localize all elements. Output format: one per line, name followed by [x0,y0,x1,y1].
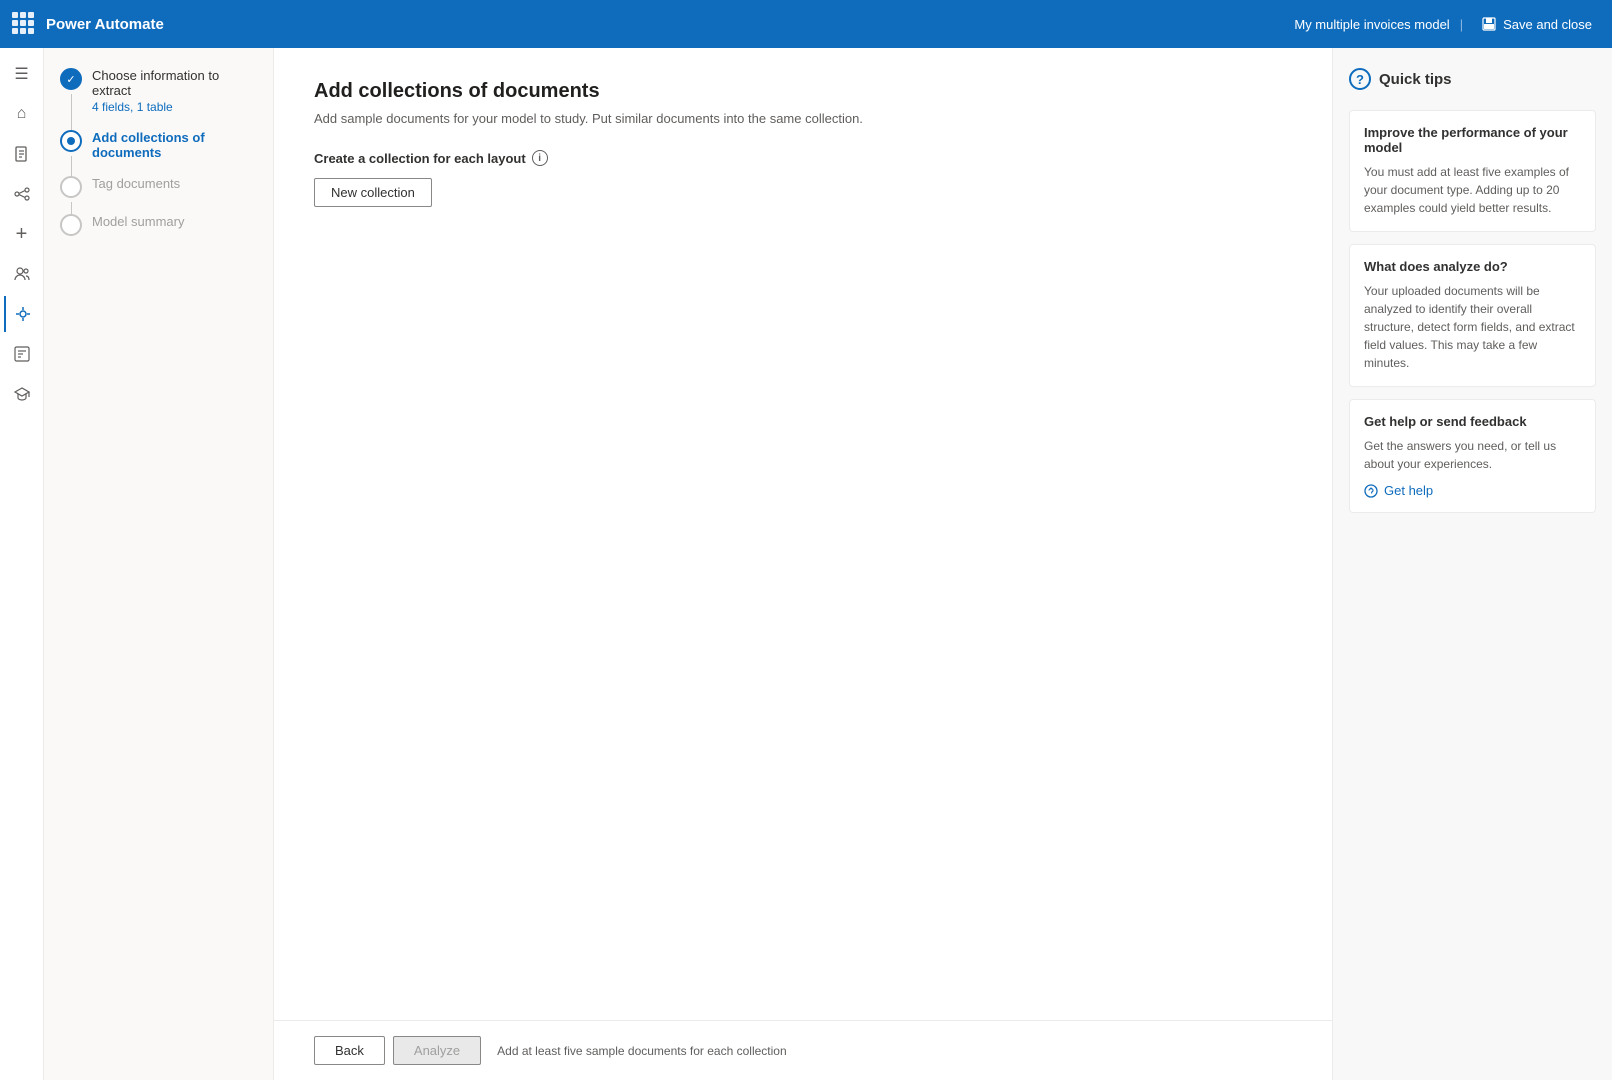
new-collection-button[interactable]: New collection [314,178,432,207]
nav-forms-icon[interactable] [4,336,40,372]
app-title: Power Automate [46,16,164,33]
content-area: Add collections of documents Add sample … [274,48,1332,1020]
step1-content: Choose information to extract 4 fields, … [92,68,257,114]
main-content: Add collections of documents Add sample … [274,48,1332,1080]
step2-title: Add collections of documents [92,130,257,160]
step3-circle [60,176,82,198]
step-choose-info: Choose information to extract 4 fields, … [60,68,257,114]
page-title: Add collections of documents [314,80,1292,103]
tip-card-1-body: Your uploaded documents will be analyzed… [1364,282,1581,372]
nav-learn-icon[interactable] [4,376,40,412]
nav-connections-icon[interactable] [4,176,40,212]
tip-card-1-title: What does analyze do? [1364,259,1581,274]
step1-circle [60,68,82,90]
step3-title: Tag documents [92,176,257,191]
step1-subtitle: 4 fields, 1 table [92,100,257,114]
nav-add-icon[interactable]: + [4,216,40,252]
analyze-button[interactable]: Analyze [393,1036,481,1065]
nav-home-icon[interactable]: ⌂ [4,96,40,132]
footer-bar: Back Analyze Add at least five sample do… [274,1020,1332,1080]
info-icon[interactable]: i [532,150,548,166]
grid-icon[interactable] [12,12,36,36]
step4-circle [60,214,82,236]
nav-ai-icon[interactable] [4,296,40,332]
tips-title: Quick tips [1379,71,1452,88]
save-close-button[interactable]: Save and close [1473,12,1600,36]
step2-circle [60,130,82,152]
step1-title: Choose information to extract [92,68,257,98]
tips-question-icon: ? [1349,68,1371,90]
get-help-icon [1364,484,1378,498]
tip-card-0-body: You must add at least five examples of y… [1364,163,1581,217]
section-label: Create a collection for each layout i [314,150,1292,166]
save-icon [1481,16,1497,32]
page-subtitle: Add sample documents for your model to s… [314,111,1292,126]
tip-card-2-title: Get help or send feedback [1364,414,1581,429]
quick-tips-panel: ? Quick tips Improve the performance of … [1332,48,1612,1080]
tip-card-2: Get help or send feedback Get the answer… [1349,399,1596,513]
get-help-link[interactable]: Get help [1364,483,1581,498]
topbar-divider: | [1460,17,1463,32]
tip-card-0-title: Improve the performance of your model [1364,125,1581,155]
step4-content: Model summary [92,214,257,229]
nav-documents-icon[interactable] [4,136,40,172]
step4-title: Model summary [92,214,257,229]
topbar-right: My multiple invoices model | Save and cl… [1294,12,1600,36]
step-model-summary: Model summary [60,214,257,236]
get-help-label: Get help [1384,483,1433,498]
step3-content: Tag documents [92,176,257,191]
tip-card-1: What does analyze do? Your uploaded docu… [1349,244,1596,387]
step-tag-documents: Tag documents [60,176,257,198]
quick-tips-header: ? Quick tips [1349,68,1596,90]
section-label-text: Create a collection for each layout [314,151,526,166]
nav-menu-icon[interactable]: ☰ [4,56,40,92]
nav-people-icon[interactable] [4,256,40,292]
topbar: Power Automate My multiple invoices mode… [0,0,1612,48]
step-add-collections: Add collections of documents [60,130,257,160]
footer-hint: Add at least five sample documents for e… [497,1044,787,1058]
tip-card-2-body: Get the answers you need, or tell us abo… [1364,437,1581,473]
left-nav: ☰ ⌂ + [0,48,44,1080]
step2-content: Add collections of documents [92,130,257,160]
model-name: My multiple invoices model [1294,17,1449,32]
tip-card-0: Improve the performance of your model Yo… [1349,110,1596,232]
steps-panel: Choose information to extract 4 fields, … [44,48,274,1080]
back-button[interactable]: Back [314,1036,385,1065]
save-close-label: Save and close [1503,17,1592,32]
main-layout: ☰ ⌂ + Choose information to extract 4 fi [0,48,1612,1080]
